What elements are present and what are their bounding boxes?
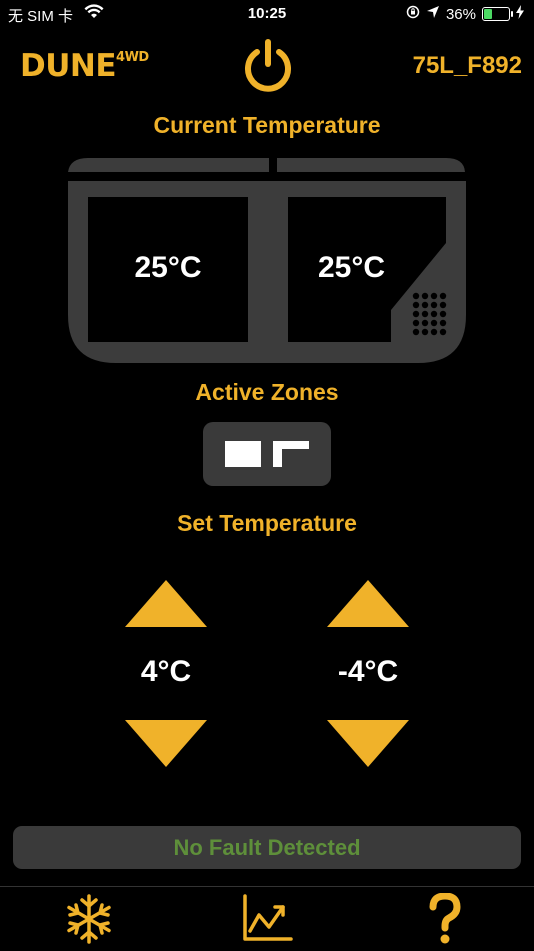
fridge-diagram: 25°C 25°C <box>66 155 468 365</box>
tab-bar <box>0 886 534 951</box>
help-icon <box>429 892 461 944</box>
right-zone-set-temp: -4°C <box>337 655 399 688</box>
battery-icon <box>482 7 513 21</box>
power-icon <box>245 39 291 92</box>
orientation-lock-icon <box>406 5 420 23</box>
location-icon <box>426 5 440 23</box>
left-zone-current-temp: 25°C <box>134 251 202 284</box>
tab-history-chart[interactable] <box>239 893 295 945</box>
triangle-up-icon <box>327 580 409 627</box>
right-zone-decrease-button[interactable] <box>327 720 409 768</box>
chart-icon <box>243 894 293 941</box>
vent-grille-icon <box>412 292 448 341</box>
triangle-down-icon <box>327 720 409 767</box>
current-temperature-heading: Current Temperature <box>153 112 381 138</box>
active-zones-toggle[interactable] <box>203 422 331 486</box>
tab-help[interactable] <box>417 892 473 945</box>
snowflake-icon <box>67 894 111 944</box>
triangle-down-icon <box>125 720 207 767</box>
right-zone-current-temp: 25°C <box>317 251 386 284</box>
left-zone-set-temp: 4°C <box>140 655 192 688</box>
power-button[interactable] <box>242 38 294 94</box>
status-right: 36% <box>406 5 524 23</box>
brand-logo: DUNE4WD <box>20 48 149 84</box>
zones-icon <box>225 441 309 467</box>
left-zone-decrease-button[interactable] <box>125 720 207 768</box>
status-bar: 无 SIM 卡 10:25 36% <box>0 0 534 28</box>
charging-icon <box>516 5 524 23</box>
active-zones-heading: Active Zones <box>195 379 339 405</box>
left-zone-increase-button[interactable] <box>125 580 207 628</box>
tab-cooling[interactable] <box>61 893 117 945</box>
right-zone-increase-button[interactable] <box>327 580 409 628</box>
device-name: 75L_F892 <box>412 52 522 79</box>
triangle-up-icon <box>125 580 207 627</box>
battery-percent: 36% <box>445 5 476 23</box>
fault-status-bar: No Fault Detected <box>13 826 521 869</box>
set-temperature-heading: Set Temperature <box>177 510 357 536</box>
